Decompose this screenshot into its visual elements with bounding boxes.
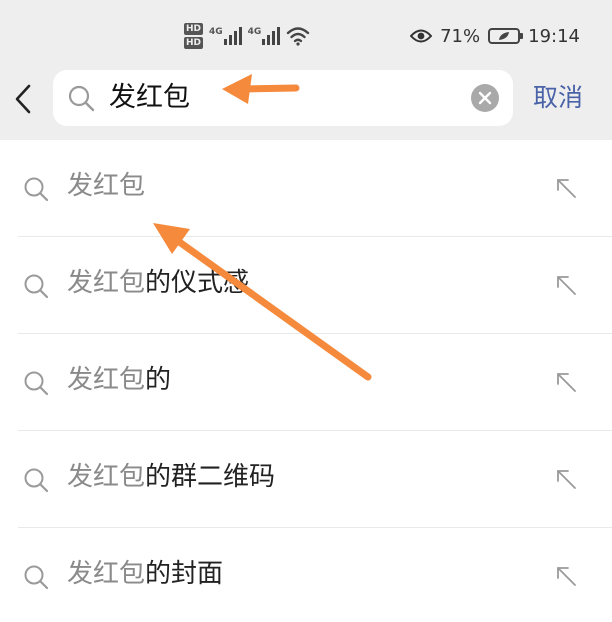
suggestion-item[interactable]: 发红包的封面 xyxy=(18,528,612,622)
arrow-up-left-icon[interactable] xyxy=(556,275,578,297)
suggestion-text: 发红包 xyxy=(67,168,145,204)
cancel-button[interactable]: 取消 xyxy=(533,80,583,116)
suggestion-text: 发红包的群二维码 xyxy=(67,459,275,495)
battery-percent: 71% xyxy=(440,25,481,47)
status-bar: HD HD 4G 4G 71% 19:14 xyxy=(0,0,612,66)
search-icon xyxy=(24,274,49,299)
search-icon xyxy=(24,468,49,493)
search-icon xyxy=(24,565,49,590)
arrow-up-left-icon[interactable] xyxy=(556,178,578,200)
signal-icon: 4G xyxy=(209,27,242,45)
suggestion-rest: 的群二维码 xyxy=(145,462,276,492)
suggestion-rest: 的封面 xyxy=(145,559,224,589)
suggestion-text: 发红包的仪式感 xyxy=(67,265,249,301)
search-icon xyxy=(68,85,95,112)
battery-icon xyxy=(488,28,524,44)
suggestion-match: 发红包 xyxy=(67,268,146,298)
suggestion-match: 发红包 xyxy=(67,171,146,201)
suggestion-item[interactable]: 发红包的仪式感 xyxy=(18,237,612,334)
signal-icon-2: 4G xyxy=(248,27,281,45)
back-button[interactable] xyxy=(8,82,38,116)
eye-comfort-icon xyxy=(410,29,433,43)
search-icon xyxy=(24,177,49,202)
suggestion-rest: 的 xyxy=(145,365,172,395)
arrow-up-left-icon[interactable] xyxy=(556,469,578,491)
hd-volte-icon: HD HD xyxy=(184,23,204,49)
suggestion-item[interactable]: 发红包的 xyxy=(18,334,612,431)
suggestion-match: 发红包 xyxy=(67,365,146,395)
suggestion-item[interactable]: 发红包 xyxy=(18,140,612,237)
arrow-up-left-icon[interactable] xyxy=(556,566,578,588)
clear-search-button[interactable] xyxy=(471,84,499,112)
chevron-left-icon xyxy=(15,84,31,114)
search-input[interactable]: 发红包 xyxy=(53,70,513,126)
arrow-up-left-icon[interactable] xyxy=(556,372,578,394)
suggestion-match: 发红包 xyxy=(67,462,146,492)
system-indicators: 71% 19:14 xyxy=(410,22,580,50)
suggestion-text: 发红包的 xyxy=(67,362,171,398)
suggestion-list: 发红包 发红包的仪式感 发红包的 发红包的群二维码 发红包的封面 xyxy=(0,140,612,622)
wifi-icon xyxy=(287,27,310,46)
clock: 19:14 xyxy=(528,25,580,47)
suggestion-match: 发红包 xyxy=(67,559,146,589)
network-indicators: HD HD 4G 4G xyxy=(184,18,310,54)
close-icon xyxy=(478,91,492,105)
suggestion-rest: 的仪式感 xyxy=(145,268,250,298)
search-icon xyxy=(24,371,49,396)
suggestion-item[interactable]: 发红包的群二维码 xyxy=(18,431,612,528)
suggestion-text: 发红包的封面 xyxy=(67,556,223,592)
search-query[interactable]: 发红包 xyxy=(109,80,190,116)
